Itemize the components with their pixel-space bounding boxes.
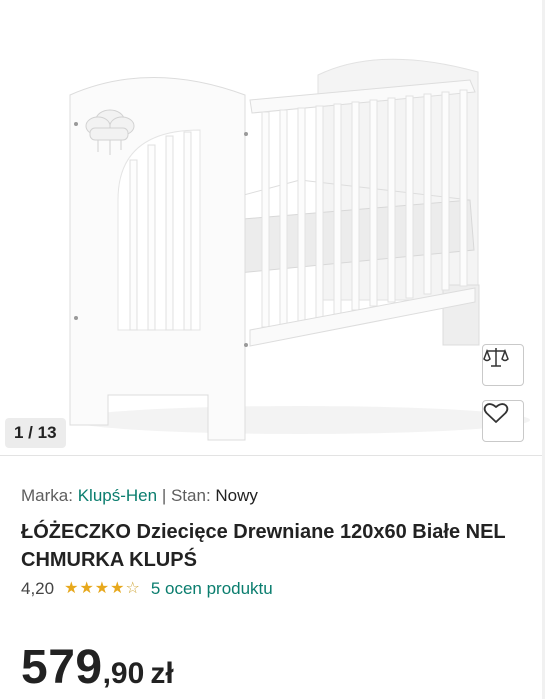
star-icon: ★ [110, 580, 125, 597]
brand-link[interactable]: Klupś-Hen [78, 486, 157, 505]
reviews-link[interactable]: 5 ocen produktu [151, 579, 273, 599]
condition-value: Nowy [215, 486, 258, 505]
price: 579,90 zł [21, 640, 174, 695]
price-currency: zł [150, 657, 174, 690]
favorite-button[interactable] [482, 400, 524, 442]
meta-divider: | [161, 486, 167, 505]
star-icon: ★ [64, 580, 79, 597]
price-integer: 579 [21, 641, 103, 694]
compare-button[interactable] [482, 344, 524, 386]
rating-row: 4,20 ★ ★ ★ ★ ☆ 5 ocen produktu [21, 579, 273, 599]
star-outline-icon: ☆ [125, 580, 140, 597]
image-counter: 1 / 13 [5, 418, 66, 448]
rating-value: 4,20 [21, 579, 55, 598]
rating-stars: ★ ★ ★ ★ ☆ [64, 579, 141, 599]
condition-label: Stan: [170, 486, 211, 505]
product-image-gallery[interactable]: 1 / 13 [0, 0, 545, 455]
divider [0, 455, 545, 456]
crib-image [69, 58, 530, 441]
price-decimal: ,90 [102, 657, 145, 690]
product-meta: Marka: Klupś-Hen | Stan: Nowy [21, 486, 258, 506]
star-icon: ★ [94, 580, 110, 597]
brand-label: Marka: [21, 486, 73, 505]
star-icon: ★ [79, 580, 94, 597]
product-title: ŁÓŻECZKO Dziecięce Drewniane 120x60 Biał… [21, 521, 506, 571]
